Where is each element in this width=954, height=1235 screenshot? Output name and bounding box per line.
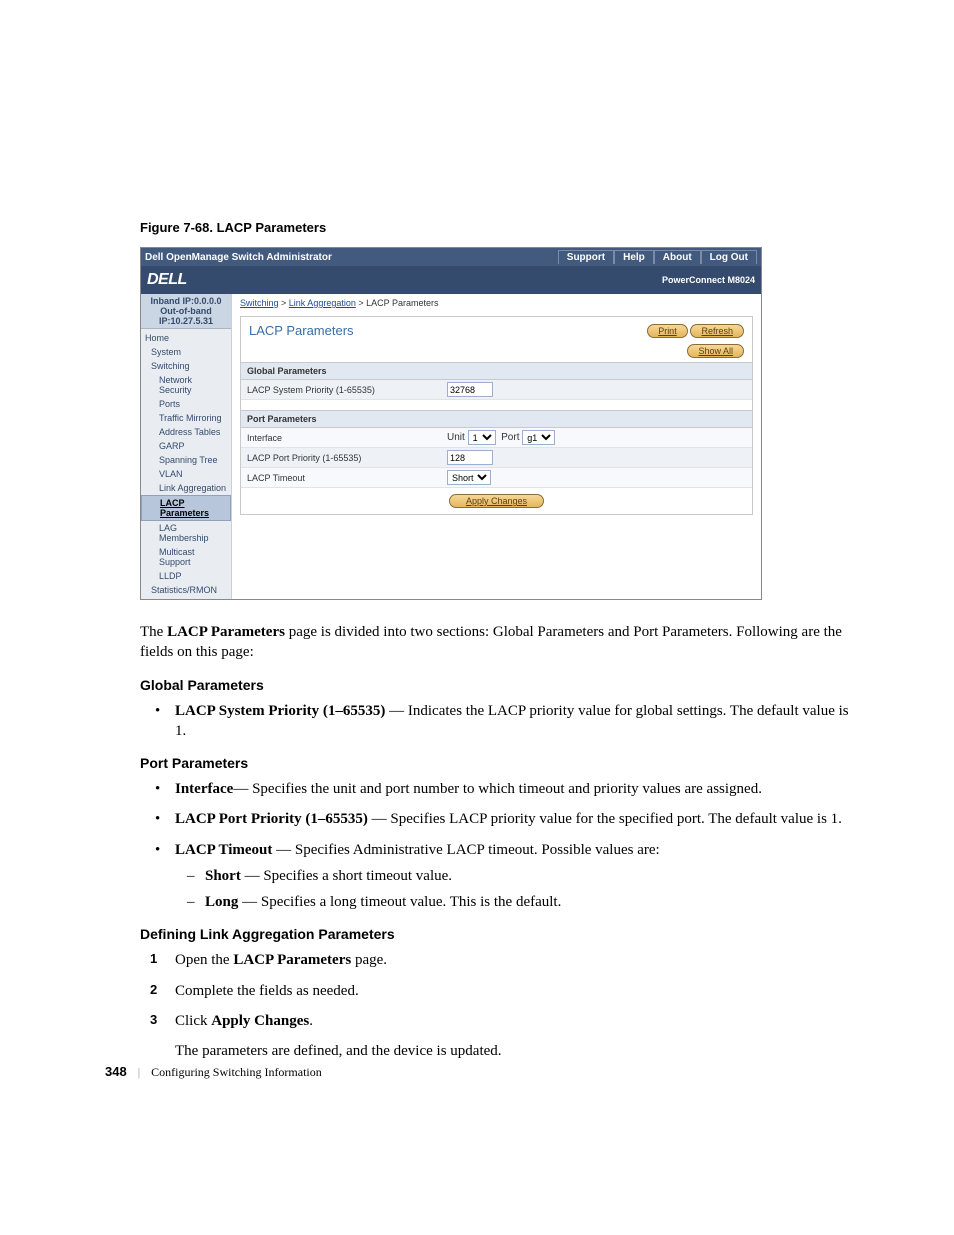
nav-netsec[interactable]: Network Security	[141, 373, 231, 397]
port-params-header: Port Parameters	[241, 410, 752, 428]
bc-current: LACP Parameters	[366, 298, 438, 308]
inband-ip: Inband IP:0.0.0.0	[142, 296, 230, 306]
nav-lagmem[interactable]: LAG Membership	[141, 521, 231, 545]
pp-item-2: LACP Port Priority (1–65535) — Specifies…	[140, 809, 849, 829]
content-area: Switching > Link Aggregation > LACP Para…	[232, 294, 761, 599]
port-label: Port	[501, 432, 519, 443]
screenshot: Dell OpenManage Switch Administrator Sup…	[140, 247, 762, 600]
showall-button[interactable]: Show All	[687, 344, 744, 358]
refresh-button[interactable]: Refresh	[690, 324, 744, 338]
interface-label: Interface	[247, 433, 447, 443]
nav-multicast[interactable]: Multicast Support	[141, 545, 231, 569]
unit-select[interactable]: 1	[468, 430, 496, 445]
defining-heading: Defining Link Aggregation Parameters	[140, 926, 849, 942]
nav-lldp[interactable]: LLDP	[141, 569, 231, 583]
tab-about[interactable]: About	[654, 250, 701, 264]
panel: LACP Parameters Print Refresh Show All G…	[240, 316, 753, 515]
model-label: PowerConnect M8024	[662, 275, 755, 285]
global-params-heading: Global Parameters	[140, 677, 849, 693]
port-params-heading: Port Parameters	[140, 755, 849, 771]
unit-label: Unit	[447, 432, 465, 443]
nav-vlan[interactable]: VLAN	[141, 467, 231, 481]
window-title: Dell OpenManage Switch Administrator	[145, 252, 332, 263]
port-priority-input[interactable]	[447, 450, 493, 465]
system-priority-input[interactable]	[447, 382, 493, 397]
nav-addr[interactable]: Address Tables	[141, 425, 231, 439]
nav-home[interactable]: Home	[141, 331, 231, 345]
nav-linkagg[interactable]: Link Aggregation	[141, 481, 231, 495]
figure-caption: Figure 7-68. LACP Parameters	[140, 220, 849, 235]
nav-ports[interactable]: Ports	[141, 397, 231, 411]
step-1: Open the LACP Parameters page.	[140, 950, 849, 970]
step-2: Complete the fields as needed.	[140, 981, 849, 1001]
timeout-label: LACP Timeout	[247, 473, 447, 483]
nav-system[interactable]: System	[141, 345, 231, 359]
header-tabs: Support Help About Log Out	[558, 250, 757, 264]
port-select[interactable]: g1	[522, 430, 555, 445]
tab-help[interactable]: Help	[614, 250, 654, 264]
breadcrumb: Switching > Link Aggregation > LACP Para…	[240, 298, 753, 308]
apply-button[interactable]: Apply Changes	[449, 494, 544, 508]
step-3-result: The parameters are defined, and the devi…	[175, 1041, 849, 1061]
bc-linkagg[interactable]: Link Aggregation	[289, 298, 356, 308]
nav-stats[interactable]: Statistics/RMON	[141, 583, 231, 597]
nav-garp[interactable]: GARP	[141, 439, 231, 453]
bc-switching[interactable]: Switching	[240, 298, 279, 308]
timeout-select[interactable]: Short	[447, 470, 491, 485]
print-button[interactable]: Print	[647, 324, 688, 338]
panel-title: LACP Parameters	[249, 323, 354, 338]
nav-mirror[interactable]: Traffic Mirroring	[141, 411, 231, 425]
nav-tree: Home System Switching Network Security P…	[141, 329, 231, 599]
system-priority-label: LACP System Priority (1-65535)	[247, 385, 447, 395]
pp-item-3: LACP Timeout — Specifies Administrative …	[140, 840, 849, 913]
global-params-header: Global Parameters	[241, 362, 752, 380]
pp-sub-short: Short — Specifies a short timeout value.	[175, 866, 849, 886]
port-priority-label: LACP Port Priority (1-65535)	[247, 453, 447, 463]
nav-lacp[interactable]: LACP Parameters	[141, 495, 231, 521]
page-footer: 348 | Configuring Switching Information	[105, 1064, 322, 1080]
oob-ip: Out-of-band IP:10.27.5.31	[142, 306, 230, 326]
gp-item-1: LACP System Priority (1–65535) — Indicat…	[140, 701, 849, 742]
pp-item-1: Interface— Specifies the unit and port n…	[140, 779, 849, 799]
intro-para: The LACP Parameters page is divided into…	[140, 622, 849, 663]
dell-logo: DELL	[147, 271, 187, 289]
step-3: Click Apply Changes. The parameters are …	[140, 1011, 849, 1062]
page-number: 348	[105, 1064, 127, 1079]
logo-bar: DELL PowerConnect M8024	[141, 266, 761, 294]
nav-switching[interactable]: Switching	[141, 359, 231, 373]
ip-box: Inband IP:0.0.0.0 Out-of-band IP:10.27.5…	[141, 294, 231, 329]
sidebar: Inband IP:0.0.0.0 Out-of-band IP:10.27.5…	[141, 294, 232, 599]
nav-stp[interactable]: Spanning Tree	[141, 453, 231, 467]
tab-logout[interactable]: Log Out	[701, 250, 757, 264]
tab-support[interactable]: Support	[558, 250, 614, 264]
window-titlebar: Dell OpenManage Switch Administrator Sup…	[141, 248, 761, 266]
footer-title: Configuring Switching Information	[151, 1065, 322, 1079]
pp-sub-long: Long — Specifies a long timeout value. T…	[175, 892, 849, 912]
